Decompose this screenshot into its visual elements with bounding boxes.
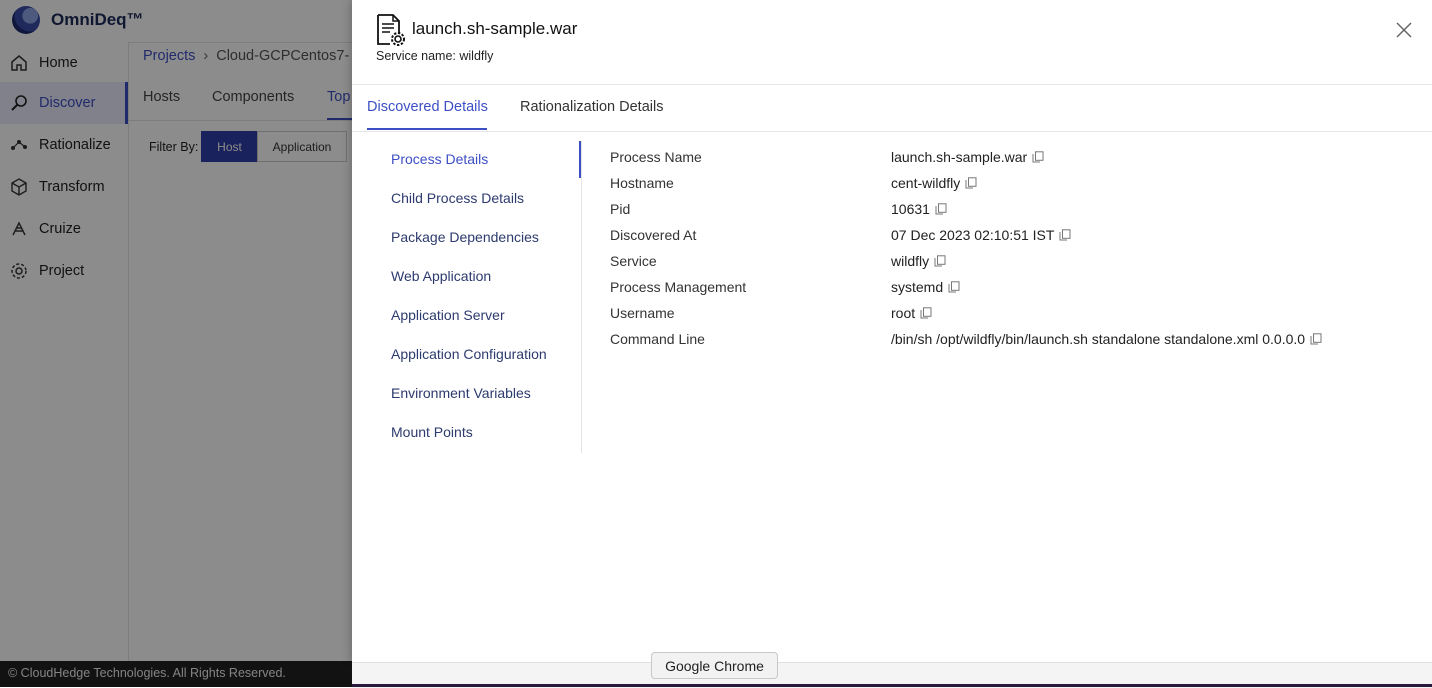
copy-icon[interactable] [935, 203, 947, 215]
subnav-package-dependencies[interactable]: Package Dependencies [391, 229, 539, 245]
drawer-tabs: Discovered Details Rationalization Detai… [352, 85, 1432, 132]
drawer-subtitle: Service name: wildfly [376, 49, 494, 63]
detail-label: Username [610, 305, 675, 321]
detail-value-text: launch.sh-sample.war [891, 149, 1028, 165]
copy-icon[interactable] [934, 255, 946, 267]
taskbar-tooltip: Google Chrome [651, 652, 778, 679]
detail-value-text: cent-wildfly [891, 175, 961, 191]
detail-row-discovered-at: Discovered At 07 Dec 2023 02:10:51 IST [610, 227, 1410, 249]
detail-value-text: 10631 [891, 201, 930, 217]
detail-row-process-name: Process Name launch.sh-sample.war [610, 149, 1410, 171]
detail-value-text: root [891, 305, 916, 321]
detail-label: Command Line [610, 331, 705, 347]
detail-label: Process Management [610, 279, 747, 295]
copy-icon[interactable] [1032, 151, 1044, 163]
detail-value-text: /bin/sh /opt/wildfly/bin/launch.sh stand… [891, 331, 1306, 347]
subnav-active-indicator [579, 141, 581, 178]
close-icon[interactable] [1394, 20, 1414, 40]
tab-rationalization-details[interactable]: Rationalization Details [520, 99, 663, 115]
copy-icon[interactable] [1310, 333, 1322, 345]
detail-label: Process Name [610, 149, 702, 165]
detail-row-command-line: Command Line /bin/sh /opt/wildfly/bin/la… [610, 331, 1410, 353]
detail-label: Service [610, 253, 657, 269]
detail-value: 07 Dec 2023 02:10:51 IST [891, 227, 1071, 243]
detail-value: root [891, 305, 932, 321]
detail-row-process-management: Process Management systemd [610, 279, 1410, 301]
detail-label: Hostname [610, 175, 674, 191]
detail-value-text: 07 Dec 2023 02:10:51 IST [891, 227, 1055, 243]
subnav-application-server[interactable]: Application Server [391, 307, 505, 323]
detail-row-hostname: Hostname cent-wildfly [610, 175, 1410, 197]
detail-value-text: wildfly [891, 253, 930, 269]
detail-value: 10631 [891, 201, 947, 217]
subnav-process-details[interactable]: Process Details [391, 151, 488, 167]
subnav-child-process-details[interactable]: Child Process Details [391, 190, 524, 206]
subnav-web-application[interactable]: Web Application [391, 268, 491, 284]
subnav-environment-variables[interactable]: Environment Variables [391, 385, 531, 401]
process-details-drawer: launch.sh-sample.war Service name: wildf… [352, 0, 1432, 662]
file-settings-icon [377, 14, 405, 46]
copy-icon[interactable] [965, 177, 977, 189]
copy-icon[interactable] [1059, 229, 1071, 241]
tab-discovered-details[interactable]: Discovered Details [367, 99, 488, 115]
detail-value: cent-wildfly [891, 175, 977, 191]
detail-value: launch.sh-sample.war [891, 149, 1044, 165]
detail-label: Discovered At [610, 227, 697, 243]
subnav-application-configuration[interactable]: Application Configuration [391, 346, 547, 362]
detail-value: systemd [891, 279, 960, 295]
copy-icon[interactable] [920, 307, 932, 319]
detail-row-username: Username root [610, 305, 1410, 327]
tab-active-indicator [367, 128, 487, 130]
subnav-mount-points[interactable]: Mount Points [391, 424, 473, 440]
drawer-title: launch.sh-sample.war [412, 19, 578, 38]
detail-row-service: Service wildfly [610, 253, 1410, 275]
details-subnav: Process Details Child Process Details Pa… [352, 141, 582, 453]
detail-row-pid: Pid 10631 [610, 201, 1410, 223]
detail-value: /bin/sh /opt/wildfly/bin/launch.sh stand… [891, 331, 1322, 347]
modal-backdrop[interactable] [0, 0, 352, 687]
detail-label: Pid [610, 201, 631, 217]
detail-value: wildfly [891, 253, 946, 269]
copy-icon[interactable] [948, 281, 960, 293]
detail-value-text: systemd [891, 279, 944, 295]
